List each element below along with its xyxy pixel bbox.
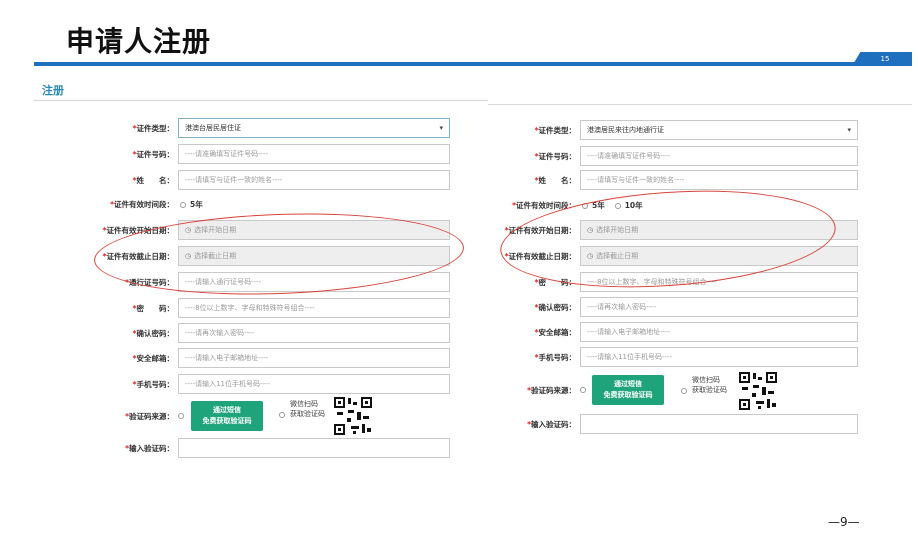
right-confirm-password-label: *确认密码： xyxy=(534,302,576,312)
left-email-input[interactable]: ----请输入电子邮箱地址---- xyxy=(178,348,450,368)
right-sms-code-button[interactable]: 通过短信 免费获取验证码 xyxy=(592,375,664,405)
left-email-label: *安全邮箱： xyxy=(132,353,174,363)
qr-code-icon xyxy=(333,396,373,436)
left-sms-code-button[interactable]: 通过短信 免费获取验证码 xyxy=(191,401,263,431)
left-validity-5y-radio[interactable]: 5年 xyxy=(180,199,203,210)
right-code-input[interactable] xyxy=(580,414,858,434)
section-divider-right xyxy=(488,104,912,105)
left-confirm-password-input[interactable]: ----请再次输入密码---- xyxy=(178,323,450,343)
left-code-input-label: *输入验证码： xyxy=(125,443,174,453)
left-id-number-input[interactable]: ----请准确填写证件号码---- xyxy=(178,144,450,164)
left-id-number-label: *证件号码： xyxy=(132,149,174,159)
left-password-input[interactable]: ----8位以上数字、字母和特殊符号组合---- xyxy=(178,298,450,318)
left-password-label: *密 码： xyxy=(132,303,174,313)
header-bar xyxy=(34,62,912,66)
left-code-input[interactable] xyxy=(178,438,450,458)
left-wechat-code-text: 微信扫码 获取验证码 xyxy=(290,400,325,418)
left-id-type-select[interactable]: 港澳台居民居住证 ▾ xyxy=(178,118,450,138)
right-name-label: *姓 名： xyxy=(534,175,576,185)
left-phone-input[interactable]: ----请输入11位手机号码---- xyxy=(178,374,450,394)
right-id-number-input[interactable]: ----请准确填写证件号码---- xyxy=(580,146,858,166)
right-sms-radio[interactable] xyxy=(580,387,586,393)
right-id-number-label: *证件号码： xyxy=(534,151,576,161)
right-email-input[interactable]: ----请输入电子邮箱地址---- xyxy=(580,322,858,342)
section-title: 注册 xyxy=(42,84,64,97)
left-id-type-label: *证件类型： xyxy=(132,123,174,133)
right-email-label: *安全邮箱： xyxy=(534,327,576,337)
page-number: —9— xyxy=(828,515,860,529)
right-code-source-label: *验证码来源： xyxy=(527,385,576,395)
right-phone-input[interactable]: ----请输入11位手机号码---- xyxy=(580,347,858,367)
chevron-down-icon: ▾ xyxy=(439,124,443,132)
left-sms-radio[interactable] xyxy=(178,413,184,419)
right-id-type-label: *证件类型： xyxy=(534,125,576,135)
left-name-label: *姓 名： xyxy=(132,175,174,185)
right-id-type-select[interactable]: 港澳居民来往内地通行证 ▾ xyxy=(580,120,858,140)
left-code-source-label: *验证码来源： xyxy=(125,411,174,421)
page-title: 申请人注册 xyxy=(66,25,212,58)
radio-icon xyxy=(180,201,186,208)
chevron-down-icon: ▾ xyxy=(847,126,851,134)
qr-code-icon xyxy=(738,371,778,411)
right-code-input-label: *输入验证码： xyxy=(527,419,576,429)
right-wechat-code-text: 微信扫码 获取验证码 xyxy=(692,376,727,394)
right-wechat-radio[interactable] xyxy=(681,388,687,394)
right-confirm-password-input[interactable]: ----请再次输入密码---- xyxy=(580,297,858,317)
left-validity-label: *证件有效时间段： xyxy=(110,199,174,209)
right-name-input[interactable]: ----请填写与证件一致的姓名---- xyxy=(580,170,858,190)
left-confirm-password-label: *确认密码： xyxy=(132,328,174,338)
left-name-input[interactable]: ----请填写与证件一致的姓名---- xyxy=(178,170,450,190)
right-phone-label: *手机号码： xyxy=(534,352,576,362)
slide-badge: 15 xyxy=(852,52,912,66)
left-wechat-radio[interactable] xyxy=(279,412,285,418)
left-phone-label: *手机号码： xyxy=(132,379,174,389)
section-divider xyxy=(34,100,488,101)
